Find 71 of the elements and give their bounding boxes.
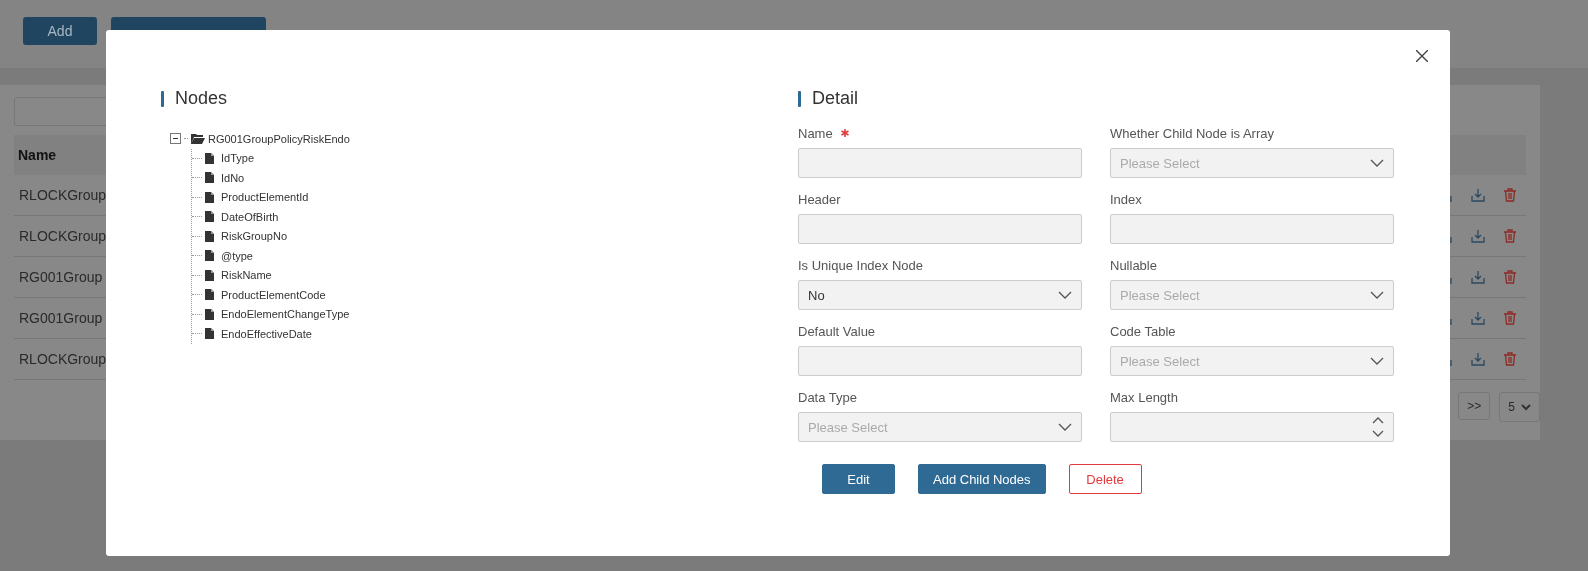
tree-node[interactable]: EndoElementChangeType — [221, 308, 350, 321]
table-cell: RG001Group — [19, 269, 103, 285]
tree-node[interactable]: RG001GroupPolicyRiskEndo — [208, 132, 350, 145]
tree-node[interactable]: DateOfBirth — [221, 210, 279, 223]
field-label: Name — [798, 125, 833, 141]
field-label: Nullable — [1110, 257, 1157, 273]
field-label: Data Type — [798, 389, 858, 405]
section-title: Nodes — [175, 88, 228, 109]
action-button[interactable]: Add Child Nodes — [918, 464, 1046, 494]
file-icon — [205, 230, 214, 242]
file-icon — [205, 250, 214, 262]
caret-icon — [1370, 159, 1384, 167]
download-icon[interactable] — [1471, 270, 1485, 284]
tree-node[interactable]: ProductElementCode — [221, 288, 326, 301]
trash-icon[interactable] — [1504, 188, 1516, 202]
caret-icon — [1370, 357, 1384, 365]
trash-icon[interactable] — [1504, 352, 1516, 366]
field-label: Whether Child Node is Array — [1110, 125, 1274, 141]
tree-node[interactable]: RiskGroupNo — [221, 230, 288, 243]
close-icon[interactable] — [1416, 50, 1428, 62]
field-label: Index — [1110, 191, 1142, 207]
file-icon — [205, 152, 214, 164]
caret-icon — [1521, 403, 1531, 411]
table-cell: RLOCKGroup — [19, 187, 107, 203]
download-icon[interactable] — [1471, 311, 1485, 325]
caret-icon — [1370, 291, 1384, 299]
file-icon — [205, 191, 214, 203]
tree-node[interactable]: IdNo — [221, 171, 245, 184]
page-size-select[interactable]: 5 — [1499, 392, 1540, 422]
action-button[interactable]: Edit — [822, 464, 895, 494]
select-field[interactable]: No — [798, 280, 1082, 310]
folder-icon — [191, 133, 205, 145]
trash-icon[interactable] — [1504, 270, 1516, 284]
next-page-button[interactable]: >> — [1458, 392, 1491, 420]
text-field[interactable] — [798, 346, 1082, 376]
column-header: Name — [18, 147, 57, 163]
trash-icon[interactable] — [1504, 311, 1516, 325]
text-field[interactable] — [798, 214, 1082, 244]
trash-icon[interactable] — [1504, 229, 1516, 243]
delete-button[interactable]: Delete — [1068, 464, 1142, 494]
file-icon — [205, 269, 214, 281]
field-label: Is Unique Index Node — [798, 257, 924, 273]
file-icon — [205, 211, 214, 223]
collapse-icon[interactable] — [170, 133, 181, 145]
field-label: Code Table — [1110, 323, 1176, 339]
number-field[interactable] — [1110, 412, 1394, 442]
tree-node[interactable]: RiskName — [221, 269, 272, 282]
spinner-icon[interactable] — [1372, 417, 1384, 437]
field-label: Header — [798, 191, 841, 207]
add-button[interactable]: Add — [23, 17, 97, 45]
section-title: Detail — [812, 88, 859, 109]
download-icon[interactable] — [1471, 188, 1485, 202]
field-label: Default Value — [798, 323, 876, 339]
field-label: Max Length — [1110, 389, 1178, 405]
file-icon — [205, 289, 214, 301]
file-icon — [205, 172, 214, 184]
table-cell: RG001Group — [19, 310, 103, 326]
caret-icon — [1058, 423, 1072, 431]
caret-icon — [1058, 291, 1072, 299]
download-icon[interactable] — [1471, 352, 1485, 366]
tree-node[interactable]: ProductElementId — [221, 191, 309, 204]
tree-node[interactable]: @type — [221, 249, 253, 262]
download-icon[interactable] — [1471, 229, 1485, 243]
tree-node[interactable]: EndoEffectiveDate — [221, 327, 312, 340]
file-icon — [205, 328, 214, 340]
table-cell: RLOCKGroup — [19, 228, 107, 244]
tree-node[interactable]: IdType — [221, 152, 255, 165]
table-cell: RLOCKGroup — [19, 351, 107, 367]
file-icon — [205, 308, 214, 320]
text-field[interactable] — [798, 148, 1082, 178]
text-field[interactable] — [1110, 214, 1394, 244]
